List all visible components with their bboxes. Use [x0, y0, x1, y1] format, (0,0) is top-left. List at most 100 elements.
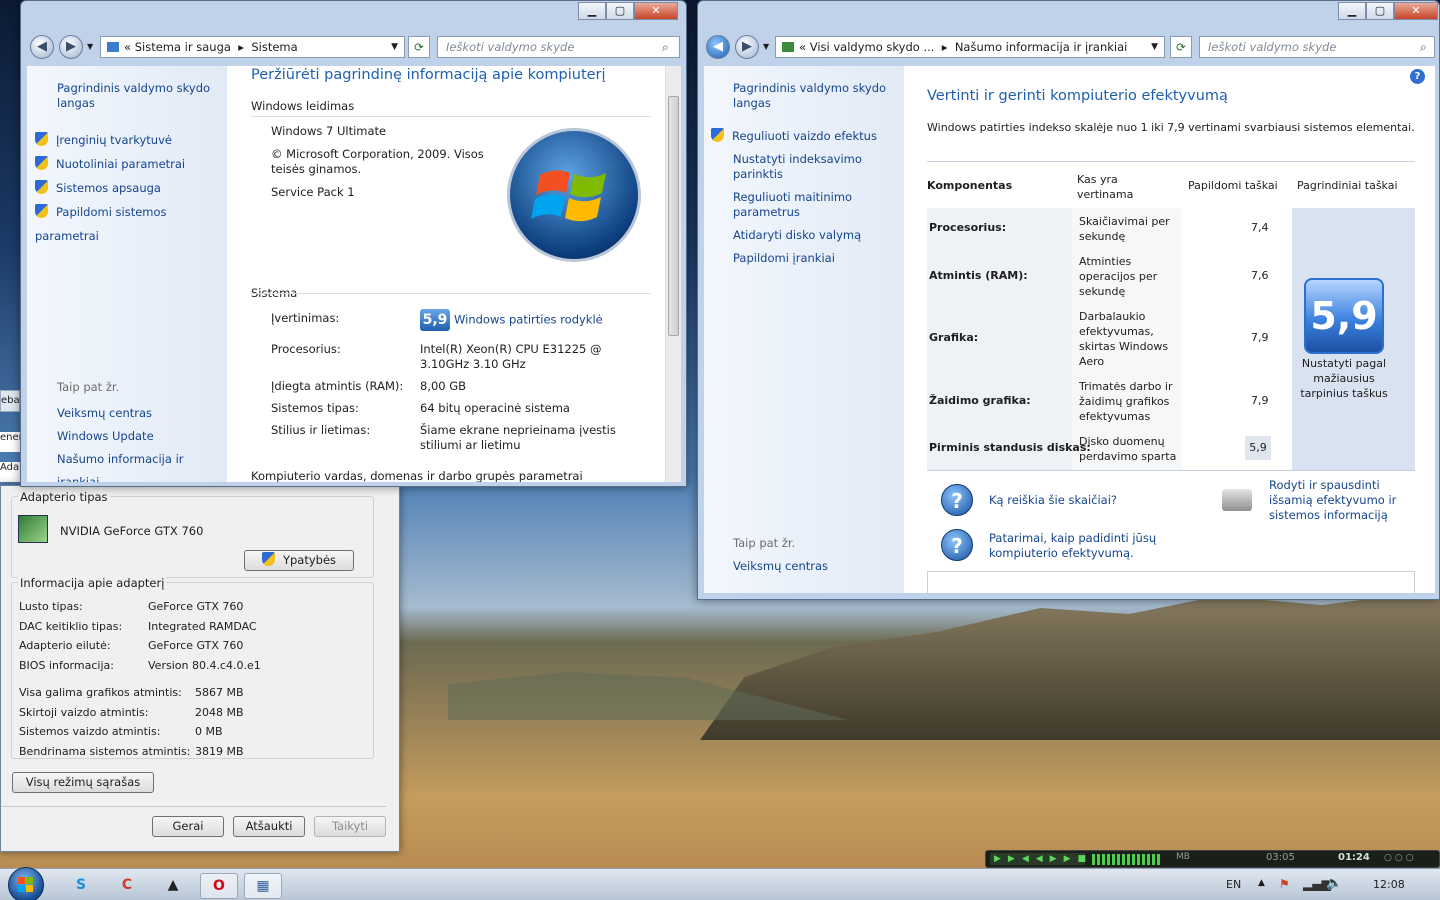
start-button[interactable]	[8, 867, 44, 900]
recent-pages-icon[interactable]: ▼	[87, 42, 93, 51]
tips-link[interactable]: Patarimai, kaip padidinti jūsų kompiuter…	[989, 531, 1169, 561]
volume-icon[interactable]: 🔈	[1326, 876, 1342, 891]
page-subtitle: Windows patirties indekso skalėje nuo 1 …	[927, 121, 1415, 134]
action-center-flag-icon[interactable]: ⚑	[1279, 877, 1290, 891]
see-also-link[interactable]: Veiksmų centras	[57, 402, 227, 425]
language-indicator[interactable]: EN	[1226, 878, 1241, 891]
back-button[interactable]: ◀	[706, 35, 730, 59]
shield-icon	[35, 180, 48, 194]
task-link[interactable]: Papildomi įrankiai	[733, 251, 893, 265]
recent-pages-icon[interactable]: ▼	[763, 42, 769, 51]
cancel-button[interactable]: Atšaukti	[233, 816, 305, 837]
hidden-window-fragment: ener	[0, 432, 23, 452]
see-also-link[interactable]: Veiksmų centras	[733, 559, 828, 573]
component-measured: Atminties operacijos per sekundę	[1079, 255, 1158, 298]
rating-value[interactable]: 5,9 Windows patirties rodyklė	[420, 309, 603, 331]
divider	[927, 161, 1415, 162]
group-label: Adapterio tipas	[18, 490, 110, 504]
column-header-measured: Kas yra vertinama	[1077, 173, 1134, 201]
rating-key: Įvertinimas:	[271, 311, 340, 325]
taskbar: S C ▲ O ▦ EN ▲ ⚑ ▂▄▆ 🔈 12:08	[0, 867, 1440, 900]
home-link[interactable]: Pagrindinis valdymo skydo langas	[733, 81, 893, 111]
task-link[interactable]: Reguliuoti maitinimo parametrus	[733, 190, 893, 220]
info-values: GeForce GTX 760 Integrated RAMDAC GeForc…	[148, 600, 261, 672]
minimize-button[interactable]: ▁	[578, 2, 606, 20]
task-link[interactable]: Nustatyti indeksavimo parinktis	[733, 152, 893, 182]
help-icon[interactable]: ?	[1410, 69, 1425, 84]
ccleaner-icon[interactable]: C	[108, 873, 146, 899]
apply-button[interactable]: Taikyti	[314, 816, 386, 837]
maximize-button[interactable]: ▢	[1366, 2, 1394, 20]
column-header-basescore: Pagrindiniai taškai	[1297, 179, 1398, 192]
skype-icon[interactable]: S	[62, 873, 100, 899]
task-link[interactable]: Papildomi sistemos parametrai	[35, 200, 227, 248]
search-icon[interactable]: ⌕	[1420, 40, 1427, 55]
search-icon[interactable]: ⌕	[662, 40, 669, 55]
search-input[interactable]: Ieškoti valdymo skyde	[1199, 36, 1435, 58]
print-details-link[interactable]: Rodyti ir spausdinti išsamią efektyvumo …	[1269, 478, 1419, 523]
wpi-badge: 5,9	[420, 309, 450, 331]
component-measured: Skaičiavimai per sekundę	[1079, 215, 1170, 243]
refresh-icon[interactable]: ⟳	[408, 36, 430, 58]
player-time-remaining: 03:05	[1266, 852, 1295, 863]
task-link[interactable]: Reguliuoti vaizdo efektus	[711, 128, 896, 143]
shield-icon	[35, 156, 48, 170]
minimize-button[interactable]: ▁	[1338, 2, 1366, 20]
tray-expand-icon[interactable]: ▲	[1258, 878, 1265, 888]
back-button[interactable]: ◀	[30, 35, 54, 59]
see-also-link[interactable]: Windows Update	[57, 425, 227, 448]
base-score-caption: Nustatyti pagal mažiausius tarpinius taš…	[1300, 357, 1388, 400]
adapter-name: NVIDIA GeForce GTX 760	[60, 524, 204, 538]
close-button[interactable]: ✕	[1394, 2, 1438, 20]
player-time: 01:24	[1338, 852, 1370, 863]
service-pack: Service Pack 1	[271, 185, 355, 199]
component-measured: Trimatės darbo ir žaidimų grafikos efekt…	[1079, 380, 1173, 423]
ok-button[interactable]: Gerai	[152, 816, 224, 837]
properties-button[interactable]: Ypatybės	[244, 550, 354, 571]
question-icon: ?	[941, 529, 973, 561]
component-subscore: 7,9	[1251, 331, 1269, 344]
vertical-scrollbar[interactable]	[665, 66, 681, 482]
home-link[interactable]: Pagrindinis valdymo skydo langas	[57, 81, 217, 111]
close-button[interactable]: ✕	[634, 2, 678, 20]
player-window-buttons[interactable]: ○○○	[1384, 853, 1436, 865]
see-also-link[interactable]: Našumo informacija ir įrankiai	[57, 448, 227, 482]
chevron-down-icon[interactable]: ▼	[1151, 42, 1158, 52]
control-panel-taskbar-icon[interactable]: ▦	[244, 873, 282, 899]
scrollbar-thumb[interactable]	[668, 96, 679, 336]
search-input[interactable]: Ieškoti valdymo skyde	[437, 36, 680, 58]
forward-button[interactable]: ▶	[59, 35, 83, 59]
address-bar[interactable]: « Sistema ir sauga ▸ Sistema ▼	[100, 36, 405, 58]
what-numbers-mean-link[interactable]: Ką reiškia šie skaičiai?	[989, 493, 1117, 507]
windows-flag-icon	[18, 877, 33, 892]
address-bar[interactable]: « Visi valdymo skydo ... ▸ Našumo inform…	[775, 36, 1165, 58]
system-type-value: 64 bitų operacinė sistema	[420, 401, 570, 415]
forward-button[interactable]: ▶	[735, 35, 759, 59]
adapter-info-group: Informacija apie adapterį Lusto tipas: D…	[11, 576, 374, 759]
avast-icon[interactable]: ▲	[154, 873, 192, 899]
adapter-properties-dialog: Adapterio tipas NVIDIA GeForce GTX 760 Y…	[0, 485, 400, 852]
opera-icon[interactable]: O	[200, 873, 238, 899]
maximize-button[interactable]: ▢	[606, 2, 634, 20]
system-clock[interactable]: 12:08	[1373, 878, 1405, 891]
see-also-list: Veiksmų centras Windows Update Našumo in…	[57, 402, 227, 482]
task-link[interactable]: Sistemos apsauga	[35, 176, 227, 200]
task-link[interactable]: Atidaryti disko valymą	[733, 228, 893, 242]
divider	[251, 293, 651, 294]
collapsed-panel	[927, 571, 1415, 593]
equalizer-bars	[1092, 854, 1162, 865]
chevron-down-icon[interactable]: ▼	[391, 42, 398, 52]
refresh-icon[interactable]: ⟳	[1170, 36, 1192, 58]
component-name: Grafika:	[929, 331, 979, 344]
processor-value: Intel(R) Xeon(R) CPU E31225 @ 3.10GHz 3.…	[420, 342, 602, 371]
uac-shield-icon	[261, 552, 275, 566]
graphics-card-icon	[18, 515, 48, 543]
pen-touch-key: Stilius ir lietimas:	[271, 423, 371, 437]
navigation-bar: ◀ ▶ ▼ « Sistema ir sauga ▸ Sistema ▼ ⟳ I…	[21, 34, 688, 60]
task-link[interactable]: Įrenginių tvarkytuvė	[35, 128, 227, 152]
task-link[interactable]: Nuotoliniai parametrai	[35, 152, 227, 176]
divider	[251, 116, 651, 117]
list-all-modes-button[interactable]: Visų režimų sąrašas	[12, 772, 154, 793]
player-controls[interactable]: ▶▶◀◀▶▶■	[990, 853, 1086, 865]
group-label: Informacija apie adapterį	[18, 576, 167, 590]
